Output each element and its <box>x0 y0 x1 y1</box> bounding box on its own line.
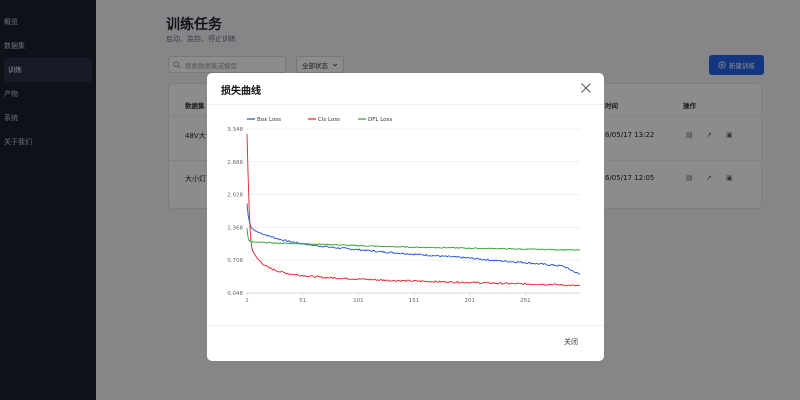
x-tick-label: 201 <box>464 298 475 304</box>
y-tick-label: 1.368 <box>227 225 243 231</box>
x-tick-label: 251 <box>520 298 531 304</box>
y-tick-label: 2.028 <box>227 193 243 199</box>
x-tick-label: 51 <box>299 298 306 304</box>
modal-divider <box>207 104 604 105</box>
modal-footer-divider <box>207 325 604 326</box>
close-icon[interactable] <box>580 82 592 94</box>
legend-label: Cls Loss <box>318 117 340 123</box>
y-tick-label: 0.048 <box>227 291 243 297</box>
series-line-box-loss <box>246 203 581 275</box>
y-tick-label: 0.708 <box>227 258 243 264</box>
series-line-dfl-loss <box>246 228 581 251</box>
x-tick-label: 1 <box>245 298 249 304</box>
x-tick-label: 151 <box>409 298 420 304</box>
loss-curve-modal: 损失曲线 0.048 0.708 1.368 2.028 2.688 3.348 1 51 10… <box>207 73 604 361</box>
modal-title: 损失曲线 <box>221 86 261 97</box>
close-button[interactable]: 关闭 <box>564 337 578 347</box>
y-tick-label: 3.348 <box>227 127 243 133</box>
y-tick-label: 2.688 <box>227 160 243 166</box>
legend-label: DFL Loss <box>368 117 392 123</box>
loss-chart: 0.0480.7081.3682.0282.6883.3481 51 101 151 2… <box>227 117 581 304</box>
legend-label: Box Loss <box>257 117 281 123</box>
x-tick-label: 101 <box>353 298 364 304</box>
